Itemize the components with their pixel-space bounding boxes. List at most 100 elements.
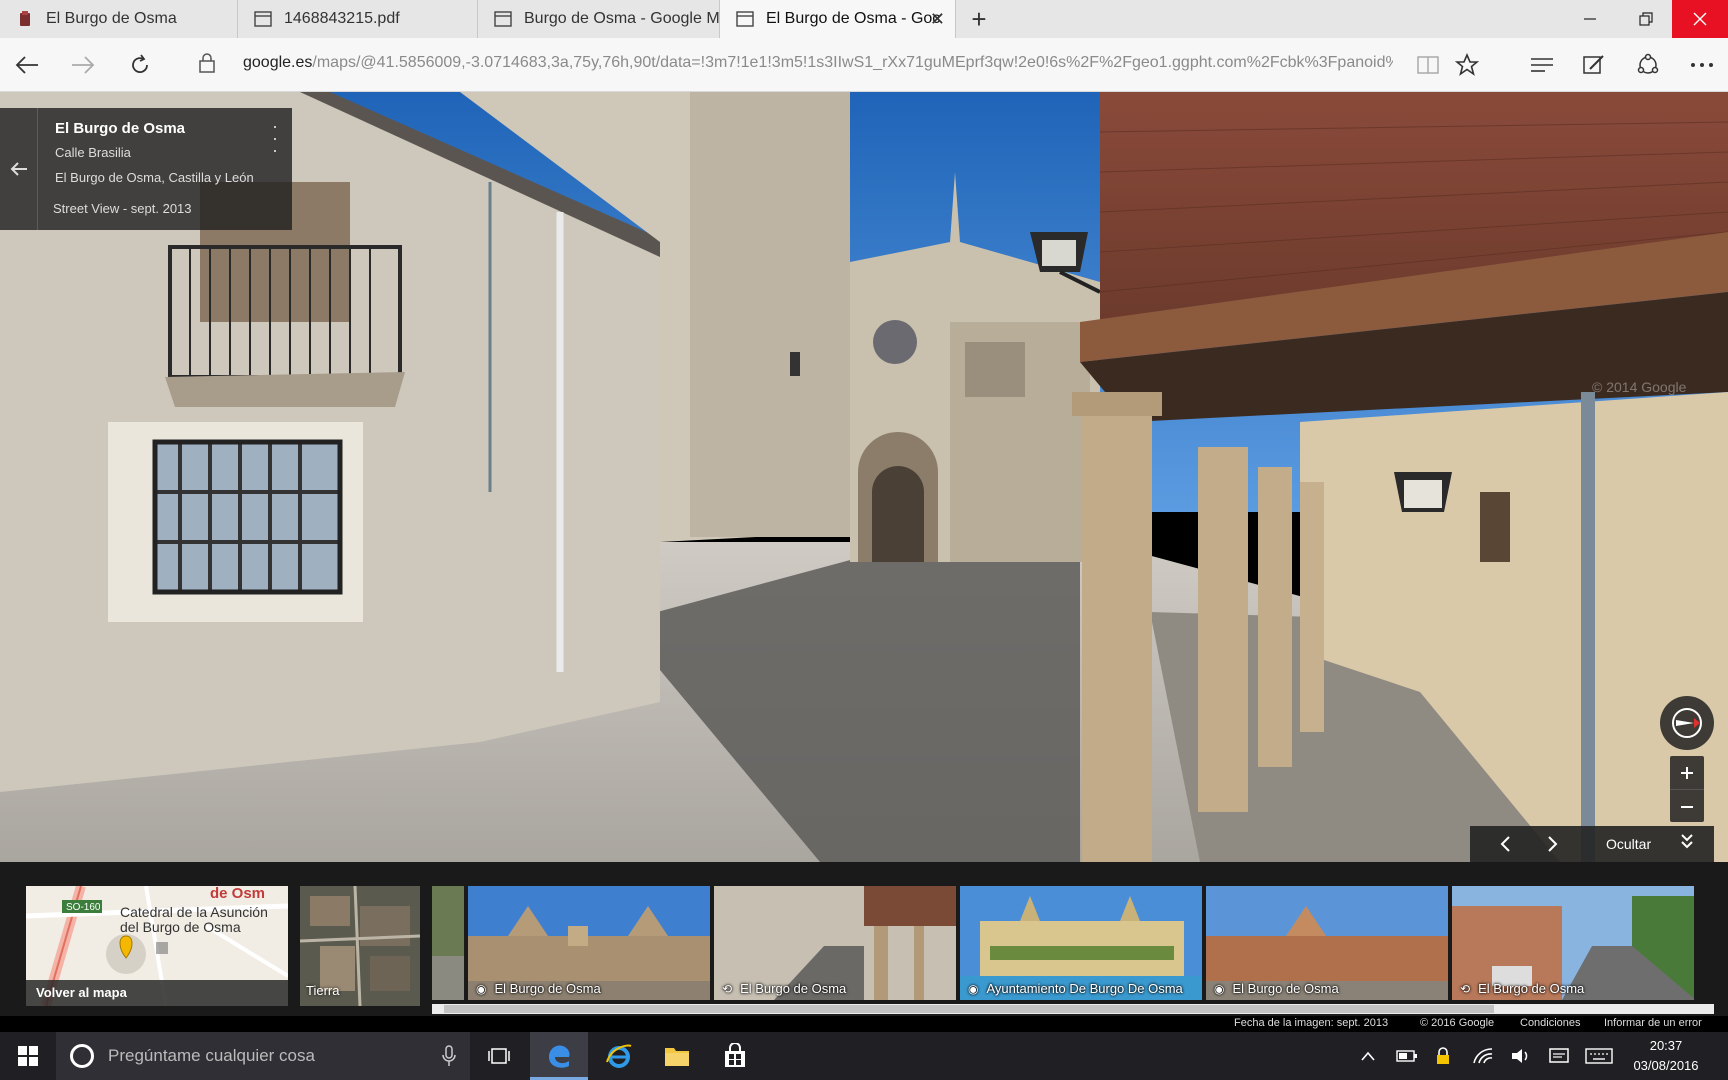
more-menu-button[interactable] (1684, 48, 1720, 82)
battery-icon[interactable] (1394, 1046, 1420, 1066)
tab-3-title: Burgo de Osma - Google M (524, 10, 720, 27)
arrow-right-icon (72, 56, 95, 74)
ie-taskbar-button[interactable] (590, 1032, 648, 1080)
photo-filmstrip: SO-160 de Osm Catedral de la Asunción de… (0, 862, 1728, 1016)
internet-explorer-icon (606, 1044, 632, 1068)
restore-icon (1639, 12, 1653, 26)
web-note-icon (1583, 55, 1604, 74)
scrollbar-thumb[interactable] (444, 1005, 1494, 1013)
filmstrip-scrollbar[interactable] (432, 1004, 1714, 1014)
map-thumbnail[interactable]: SO-160 de Osm Catedral de la Asunción de… (26, 886, 288, 1006)
more-vertical-icon[interactable]: · · · (272, 117, 278, 159)
tab-2[interactable]: 1468843215.pdf (238, 0, 478, 38)
url-field[interactable]: google.es/maps/@41.5856009,-3.0714683,3a… (243, 54, 1393, 72)
task-view-button[interactable] (470, 1032, 528, 1080)
filmstrip-controls: Ocultar (1470, 826, 1714, 862)
double-chevron-down-icon[interactable] (1680, 832, 1694, 855)
edge-taskbar-button[interactable] (530, 1032, 588, 1080)
tab-3[interactable]: Burgo de Osma - Google M (478, 0, 720, 38)
report-error-link[interactable]: Informar de un error (1604, 1017, 1702, 1029)
photo-thumb-3[interactable]: ◉ Ayuntamiento De Burgo De Osma (960, 886, 1204, 1000)
location-info-card: El Burgo de Osma Calle Brasilia El Burgo… (0, 108, 292, 230)
restore-button[interactable] (1618, 0, 1674, 38)
earth-thumbnail[interactable]: Tierra (300, 886, 420, 1006)
share-button[interactable] (1630, 48, 1666, 82)
copyright-label: © 2016 Google (1420, 1017, 1495, 1029)
photo-thumb-4[interactable]: ◉ El Burgo de Osma (1206, 886, 1450, 1000)
close-icon (1693, 12, 1707, 26)
system-clock[interactable]: 20:37 03/08/2016 (1626, 1036, 1706, 1076)
terms-link[interactable]: Condiciones (1520, 1017, 1581, 1029)
earth-label: Tierra (306, 983, 340, 998)
new-tab-button[interactable]: + (956, 0, 1002, 38)
tab-1-title: El Burgo de Osma (46, 10, 177, 27)
share-icon (1637, 53, 1659, 74)
store-taskbar-button[interactable] (706, 1032, 764, 1080)
photo-thumb-partial[interactable] (432, 886, 466, 1000)
more-horizontal-icon (1691, 63, 1713, 67)
file-explorer-taskbar-button[interactable] (648, 1032, 706, 1080)
zoom-controls (1670, 756, 1704, 822)
zoom-out-button[interactable] (1670, 790, 1704, 823)
task-view-icon (488, 1048, 510, 1064)
url-path: /maps/@41.5856009,-3.0714683,3a,75y,76h,… (312, 54, 1393, 71)
plus-icon (1681, 766, 1693, 779)
image-date-label: Fecha de la imagen: sept. 2013 (1234, 1017, 1389, 1029)
road-label: SO-160 (66, 902, 101, 913)
street-view-panorama[interactable]: © 2014 Google El Burgo de Osma Calle Bra… (0, 92, 1728, 862)
edge-icon (549, 1044, 570, 1068)
window-close-button[interactable] (1672, 0, 1728, 38)
filmstrip-next-button[interactable] (1538, 832, 1568, 856)
start-button[interactable] (0, 1032, 56, 1080)
lock-icon[interactable] (198, 52, 216, 79)
close-tab-icon[interactable]: ✕ (930, 9, 945, 30)
photo-thumb-2[interactable]: ⟲ El Burgo de Osma (714, 886, 958, 1000)
panorama-360-icon: ⟲ (722, 981, 733, 996)
back-to-map-label: Volver al mapa (26, 980, 288, 1006)
tab-4-active[interactable]: El Burgo de Osma - Goc ✕ (720, 0, 956, 38)
refresh-icon (132, 54, 148, 74)
town-label: de Osm (210, 886, 265, 902)
hub-icon (1531, 58, 1553, 72)
windows-logo-icon (18, 1046, 38, 1066)
pdf-tab-icon (254, 11, 272, 27)
chevron-up-icon[interactable] (1356, 1046, 1380, 1066)
refresh-button[interactable] (122, 48, 158, 82)
photo-thumbnails: ◉ El Burgo de Osma ⟲ El Burgo de Osma ◉ Ayu… (432, 886, 1728, 1000)
keyboard-icon[interactable] (1584, 1046, 1614, 1066)
photo-thumb-1[interactable]: ◉ El Burgo de Osma (468, 886, 712, 1000)
tab-1[interactable]: El Burgo de Osma (0, 0, 238, 38)
location-street: Calle Brasilia (55, 145, 131, 160)
chevron-left-icon (1500, 836, 1510, 852)
location-region: El Burgo de Osma, Castilla y León (55, 170, 254, 185)
store-icon (725, 1043, 745, 1067)
hide-filmstrip-button[interactable]: Ocultar (1606, 836, 1651, 852)
reading-view-button[interactable] (1410, 48, 1446, 82)
vpn-lock-icon[interactable] (1430, 1046, 1456, 1066)
chevron-right-icon (1548, 836, 1558, 852)
photo-thumb-5[interactable]: ⟲ El Burgo de Osma (1452, 886, 1696, 1000)
compass-icon (1672, 708, 1702, 738)
hub-button[interactable] (1524, 48, 1560, 82)
wifi-icon[interactable] (1470, 1046, 1496, 1066)
back-button[interactable] (9, 48, 45, 82)
minus-icon (1681, 805, 1693, 808)
cortana-icon (70, 1044, 94, 1068)
site-favicon-icon (20, 11, 30, 26)
photo-3-caption: Ayuntamiento De Burgo De Osma (986, 981, 1183, 996)
photo-1-caption: El Burgo de Osma (494, 981, 601, 996)
volume-icon[interactable] (1508, 1046, 1534, 1066)
web-note-button[interactable] (1576, 48, 1612, 82)
notifications-icon[interactable] (1546, 1046, 1572, 1066)
microphone-icon[interactable] (442, 1045, 456, 1067)
minimize-button[interactable] (1562, 0, 1618, 38)
zoom-in-button[interactable] (1670, 756, 1704, 789)
photo-4-caption: El Burgo de Osma (1232, 981, 1339, 996)
filmstrip-prev-button[interactable] (1490, 832, 1520, 856)
back-to-map-button[interactable] (0, 108, 38, 230)
compass-button[interactable] (1660, 696, 1714, 750)
cortana-search-box[interactable]: Pregúntame cualquier cosa (56, 1032, 470, 1080)
favorite-button[interactable] (1449, 48, 1485, 82)
page-tab-icon (736, 11, 754, 27)
forward-button[interactable] (65, 48, 101, 82)
